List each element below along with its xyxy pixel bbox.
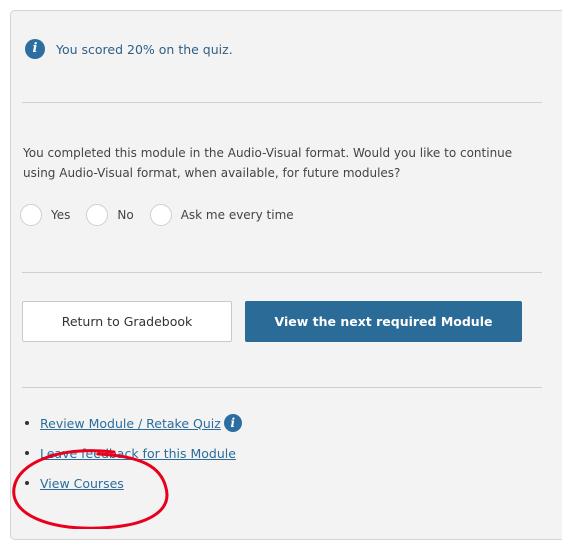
divider-middle xyxy=(22,272,542,273)
radio-button-yes[interactable] xyxy=(20,204,42,226)
bullet-icon xyxy=(25,481,29,485)
score-message-row: i You scored 20% on the quiz. xyxy=(25,38,233,60)
divider-top xyxy=(22,102,542,103)
list-item: Review Module / Retake Quiz i xyxy=(25,413,242,433)
info-icon: i xyxy=(25,39,45,59)
radio-label-ask-every-time: Ask me every time xyxy=(180,208,294,222)
format-preference-options: Yes No Ask me every time xyxy=(20,203,310,227)
bullet-icon xyxy=(25,421,29,425)
radio-label-yes: Yes xyxy=(51,208,71,222)
leave-feedback-link[interactable]: Leave feedback for this Module xyxy=(40,446,236,461)
view-courses-link[interactable]: View Courses xyxy=(40,476,124,491)
review-module-link[interactable]: Review Module / Retake Quiz xyxy=(40,416,221,431)
score-message: You scored 20% on the quiz. xyxy=(56,41,233,57)
list-item: View Courses xyxy=(25,473,242,493)
radio-button-no[interactable] xyxy=(86,204,109,226)
return-to-gradebook-button[interactable]: Return to Gradebook xyxy=(22,301,232,342)
view-next-module-button[interactable]: View the next required Module xyxy=(245,301,522,342)
radio-option-no[interactable]: No xyxy=(86,204,134,226)
radio-option-ask-every-time[interactable]: Ask me every time xyxy=(149,204,294,226)
bullet-icon xyxy=(25,451,29,455)
radio-label-no: No xyxy=(117,208,134,222)
format-preference-question: You completed this module in the Audio-V… xyxy=(23,146,513,180)
radio-button-ask-every-time[interactable] xyxy=(149,204,172,226)
list-item: Leave feedback for this Module xyxy=(25,443,242,463)
module-links-list: Review Module / Retake Quiz i Leave feed… xyxy=(25,413,242,503)
divider-bottom xyxy=(22,387,542,388)
info-icon[interactable]: i xyxy=(223,414,242,432)
radio-option-yes[interactable]: Yes xyxy=(20,204,70,226)
